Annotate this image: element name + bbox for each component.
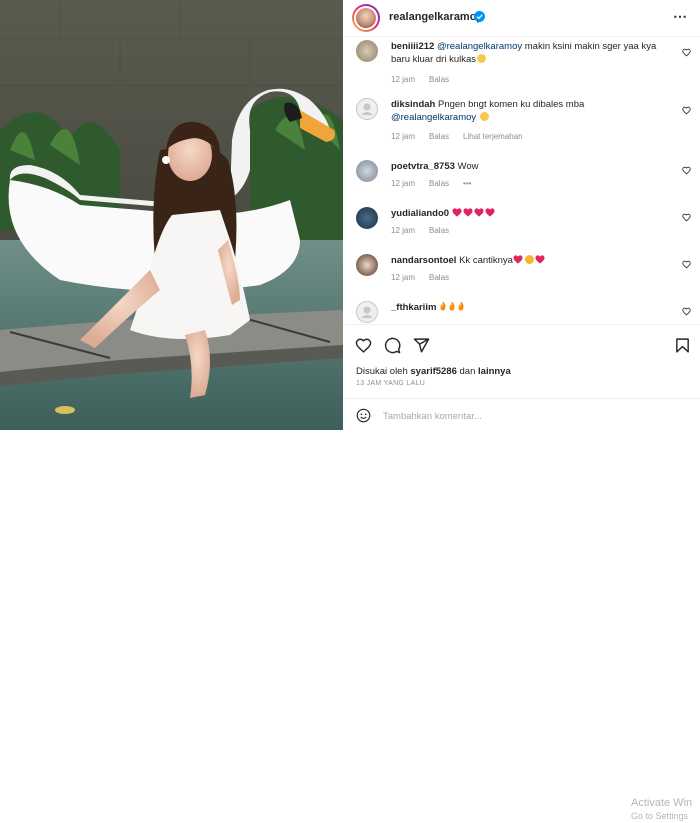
post-header: realangelkaramoy ⋯ xyxy=(343,0,700,37)
comment-avatar[interactable] xyxy=(356,98,378,120)
avatar-image xyxy=(356,8,376,28)
comment-avatar[interactable] xyxy=(356,160,378,182)
post-action-bar xyxy=(343,324,700,365)
comment-time: 12 jam xyxy=(391,273,416,282)
emoji-picker-icon[interactable] xyxy=(356,408,371,423)
comment-meta: 12 jam Balas xyxy=(391,273,463,282)
verified-badge-icon xyxy=(474,11,485,22)
reply-button[interactable]: Balas xyxy=(429,179,449,188)
like-comment-heart-icon[interactable] xyxy=(682,48,691,57)
comment-username[interactable]: diksindah xyxy=(391,99,435,110)
post-photo-image xyxy=(0,0,343,430)
like-comment-heart-icon[interactable] xyxy=(682,260,691,269)
fire-icon xyxy=(458,301,464,311)
comment-icon[interactable] xyxy=(384,337,401,354)
heart-icon[interactable] xyxy=(355,337,372,354)
like-comment-heart-icon[interactable] xyxy=(682,307,691,316)
comment-meta: 12 jam Balas xyxy=(391,226,463,235)
comment-username[interactable]: poetvtra_8753 xyxy=(391,161,455,172)
post-photo xyxy=(0,0,343,430)
comment-list: beniiii212 @realangelkaramoy makin ksini… xyxy=(343,36,700,324)
comment-text: diksindah Pngen bngt komen ku dibales mb… xyxy=(391,98,669,124)
like-comment-heart-icon[interactable] xyxy=(682,106,691,115)
comment-avatar[interactable] xyxy=(356,40,378,62)
comment-username[interactable]: nandarsontoel xyxy=(391,255,456,266)
comment-text: nandarsontoel Kk cantiknya xyxy=(391,254,669,267)
comment-body: Pngen bngt komen ku dibales mba xyxy=(437,99,585,110)
comment-username[interactable]: yudialiando0 xyxy=(391,208,449,219)
post-detail-panel: realangelkaramoy ⋯ beniiii212 @realangel… xyxy=(343,0,700,821)
comment-meta: 12 jam Balas ••• xyxy=(391,179,485,188)
comment-avatar[interactable] xyxy=(356,301,378,323)
reply-button[interactable]: Balas xyxy=(429,75,449,84)
comment-meta: 12 jam Balas Lihat terjemahan xyxy=(391,132,537,141)
add-comment-input[interactable]: Tambahkan komentar... xyxy=(383,411,482,422)
comment-mention[interactable]: @realangelkaramoy xyxy=(437,41,522,52)
likes-prefix: Disukai oleh xyxy=(356,366,411,377)
red-heart-icon xyxy=(513,255,523,264)
reply-button[interactable]: Balas xyxy=(429,226,449,235)
comment-time: 12 jam xyxy=(391,75,416,84)
red-heart-icon xyxy=(463,208,473,217)
reply-button[interactable]: Balas xyxy=(429,273,449,282)
comment-avatar[interactable] xyxy=(356,254,378,276)
comment-username[interactable]: beniiii212 xyxy=(391,41,434,52)
likes-others-link[interactable]: lainnya xyxy=(478,366,511,377)
comment-text: poetvtra_8753 Wow xyxy=(391,160,669,173)
send-icon[interactable] xyxy=(413,337,430,354)
red-heart-icon xyxy=(474,208,484,217)
comment-text: yudialiando0 xyxy=(391,207,669,220)
more-options-icon[interactable]: ⋯ xyxy=(673,8,688,25)
post-username[interactable]: realangelkaramoy xyxy=(389,11,483,23)
comment-time: 12 jam xyxy=(391,179,416,188)
watermark-line2: Go to Settings xyxy=(631,811,689,821)
fire-icon xyxy=(440,301,446,311)
like-comment-heart-icon[interactable] xyxy=(682,213,691,222)
windows-activation-watermark: Activate Win Go to Settings xyxy=(631,797,692,823)
red-heart-icon xyxy=(485,208,495,217)
heart-eyes-face-icon xyxy=(524,255,534,264)
red-heart-icon xyxy=(452,208,462,217)
avatar[interactable] xyxy=(352,4,380,32)
grinning-sweat-face-icon xyxy=(477,54,487,63)
fire-icon xyxy=(449,301,455,311)
sad-face-icon xyxy=(479,112,489,121)
comment-text: beniiii212 @realangelkaramoy makin ksini… xyxy=(391,40,669,66)
add-comment-bar: Tambahkan komentar... Activate Win Go to… xyxy=(343,398,700,821)
reply-button[interactable]: Balas xyxy=(429,132,449,141)
post-timestamp: 13 JAM YANG LALU xyxy=(356,380,426,387)
bookmark-icon[interactable] xyxy=(674,337,691,354)
likes-connector: dan xyxy=(456,366,479,377)
watermark-line1: Activate Win xyxy=(631,797,693,809)
comment-avatar[interactable] xyxy=(356,207,378,229)
comment-body: Kk cantiknya xyxy=(459,255,513,266)
comment-options-button[interactable]: ••• xyxy=(463,179,471,188)
comment-body: Wow xyxy=(457,161,479,172)
comment-time: 12 jam xyxy=(391,226,416,235)
comment-meta: 12 jam Balas xyxy=(391,75,463,84)
comment-mention[interactable]: @realangelkaramoy xyxy=(391,112,476,123)
liked-by-user[interactable]: syarif5286 xyxy=(410,366,456,377)
comment-text: _fthkariim xyxy=(391,301,669,314)
likes-summary: Disukai oleh syarif5286 dan lainnya xyxy=(356,366,511,377)
comment-username[interactable]: _fthkariim xyxy=(391,302,436,313)
comment-time: 12 jam xyxy=(391,132,416,141)
red-heart-icon xyxy=(535,255,545,264)
see-translation-button[interactable]: Lihat terjemahan xyxy=(463,132,523,141)
like-comment-heart-icon[interactable] xyxy=(682,166,691,175)
